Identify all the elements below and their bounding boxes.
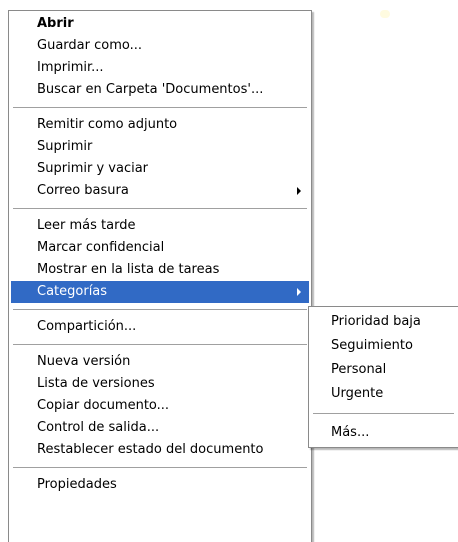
menu-item-delete-and-empty[interactable]: Suprimir y vaciar (11, 158, 309, 180)
menu-separator (313, 413, 454, 414)
menu-separator (13, 467, 307, 468)
context-menu: Abrir Guardar como... Imprimir... Buscar… (8, 10, 312, 542)
menu-item-mark-confidential[interactable]: Marcar confidencial (11, 237, 309, 259)
categories-submenu: Prioridad baja Seguimiento Personal Urge… (308, 306, 458, 448)
submenu-item-personal[interactable]: Personal (311, 358, 456, 382)
menu-item-read-later[interactable]: Leer más tarde (11, 215, 309, 237)
screen: Abrir Guardar como... Imprimir... Buscar… (0, 0, 458, 542)
menu-separator (13, 344, 307, 345)
menu-item-categories[interactable]: Categorías (11, 281, 309, 303)
menu-item-search-in-folder[interactable]: Buscar en Carpeta 'Documentos'... (11, 79, 309, 101)
submenu-item-more[interactable]: Más... (311, 421, 456, 445)
menu-item-show-in-task-list[interactable]: Mostrar en la lista de tareas (11, 259, 309, 281)
menu-separator (13, 107, 307, 108)
menu-item-print[interactable]: Imprimir... (11, 57, 309, 79)
menu-item-open[interactable]: Abrir (11, 13, 309, 35)
submenu-item-urgent[interactable]: Urgente (311, 382, 456, 406)
menu-item-delete[interactable]: Suprimir (11, 136, 309, 158)
menu-item-label: Correo basura (37, 183, 129, 198)
chevron-right-icon (297, 288, 301, 296)
menu-item-sharing[interactable]: Compartición... (11, 316, 309, 338)
menu-separator (13, 309, 307, 310)
menu-item-save-as[interactable]: Guardar como... (11, 35, 309, 57)
submenu-item-follow-up[interactable]: Seguimiento (311, 334, 456, 358)
menu-item-check-out[interactable]: Control de salida... (11, 417, 309, 439)
menu-item-copy-document[interactable]: Copiar documento... (11, 395, 309, 417)
chevron-right-icon (297, 187, 301, 195)
menu-item-version-list[interactable]: Lista de versiones (11, 373, 309, 395)
menu-item-junk-mail[interactable]: Correo basura (11, 180, 309, 202)
menu-separator (13, 208, 307, 209)
menu-item-label: Categorías (37, 284, 108, 299)
menu-item-send-as-attachment[interactable]: Remitir como adjunto (11, 114, 309, 136)
background-glint (380, 10, 390, 18)
menu-item-new-version[interactable]: Nueva versión (11, 351, 309, 373)
menu-item-properties[interactable]: Propiedades (11, 474, 309, 496)
submenu-item-low-priority[interactable]: Prioridad baja (311, 310, 456, 334)
menu-item-reset-document-status[interactable]: Restablecer estado del documento (11, 439, 309, 461)
